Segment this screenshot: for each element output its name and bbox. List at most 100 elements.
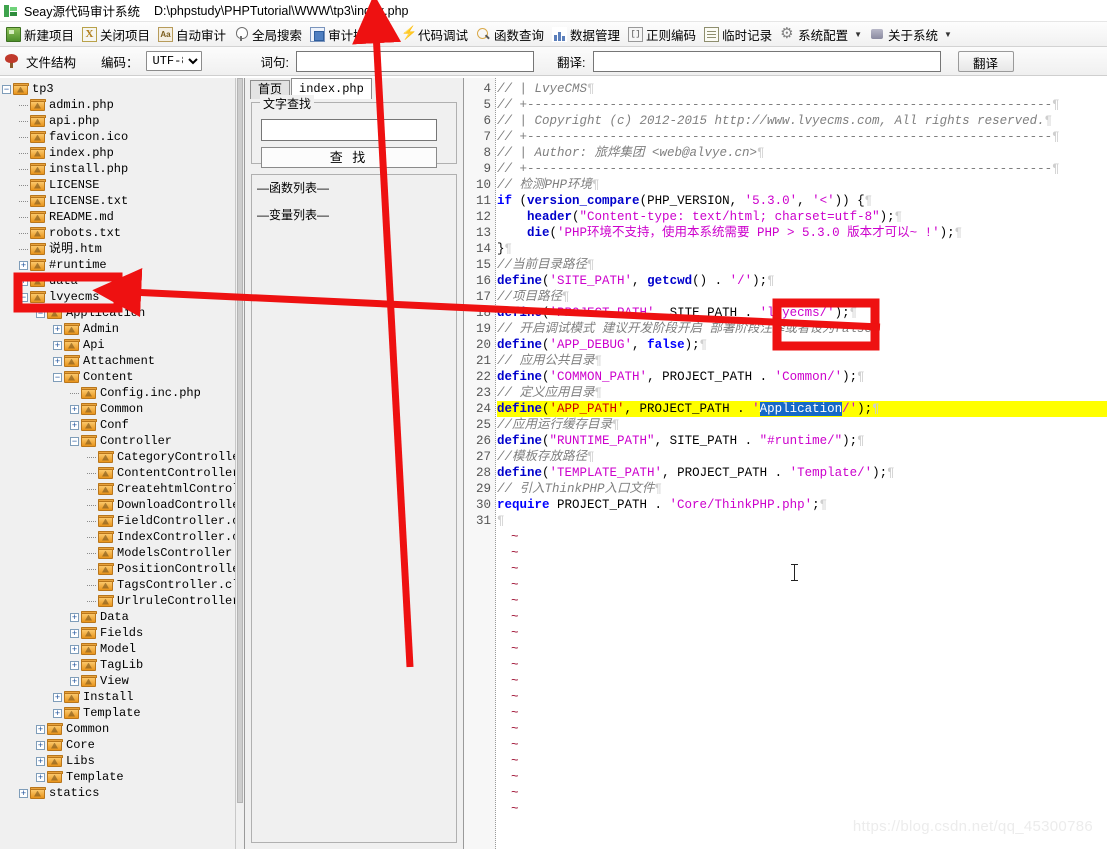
code-line[interactable]: //模板存放路径¶	[497, 449, 1107, 465]
expand-icon[interactable]: +	[53, 356, 62, 366]
expand-icon[interactable]: +	[36, 724, 45, 734]
tree-node[interactable]: + Attachment	[2, 353, 235, 369]
code-line[interactable]: // +------------------------------------…	[497, 97, 1107, 113]
expand-icon[interactable]: +	[70, 404, 79, 414]
file-structure-label[interactable]: 文件结构	[26, 52, 76, 71]
tree-node[interactable]: + data	[2, 273, 235, 289]
code-line[interactable]: die('PHP环境不支持，使用本系统需要 PHP > 5.3.0 版本才可以~…	[497, 225, 1107, 241]
tree-node[interactable]: ModelsController.class.php	[2, 545, 235, 561]
toolbar-item-about-system[interactable]: 关于系统 ▼	[867, 24, 957, 45]
expand-icon[interactable]: +	[53, 692, 62, 702]
code-line[interactable]: define('PROJECT_PATH', SITE_PATH . 'lvye…	[497, 305, 1107, 321]
code-line[interactable]: define('TEMPLATE_PATH', PROJECT_PATH . '…	[497, 465, 1107, 481]
tree-node[interactable]: FieldController.class.php	[2, 513, 235, 529]
expand-icon[interactable]: +	[70, 612, 79, 622]
code-line[interactable]: define("RUNTIME_PATH", SITE_PATH . "#run…	[497, 433, 1107, 449]
code-line[interactable]: // +------------------------------------…	[497, 129, 1107, 145]
text-find-button[interactable]: 查 找	[261, 147, 437, 168]
variable-list-header[interactable]: —变量列表—	[252, 196, 456, 223]
tree-node[interactable]: − Controller	[2, 433, 235, 449]
expand-icon[interactable]: +	[19, 260, 28, 270]
tree-node[interactable]: PositionController.class.php	[2, 561, 235, 577]
code-editor[interactable]: 4 5 6 7 8 9 10 11 12 13 14 15 16 17 18 19 20 21 22 23 24 25 26…	[464, 78, 1107, 849]
tree-node[interactable]: TagsController.class.php	[2, 577, 235, 593]
expand-icon[interactable]: +	[70, 644, 79, 654]
code-line[interactable]: // 定义应用目录¶	[497, 385, 1107, 401]
code-line[interactable]: //项目路径¶	[497, 289, 1107, 305]
collapse-icon[interactable]: −	[2, 84, 11, 94]
tree-node[interactable]: CreatehtmlController.class.php	[2, 481, 235, 497]
tree-node[interactable]: + TagLib	[2, 657, 235, 673]
code-line[interactable]: }¶	[497, 241, 1107, 257]
tree-node[interactable]: + Common	[2, 721, 235, 737]
code-line[interactable]: require PROJECT_PATH . 'Core/ThinkPHP.ph…	[497, 497, 1107, 513]
expand-icon[interactable]: +	[70, 660, 79, 670]
toolbar-item-audit-plugin[interactable]: 审计插件 ▼	[307, 24, 397, 45]
translate-button[interactable]: 翻译	[957, 50, 1014, 72]
tree-node[interactable]: admin.php	[2, 97, 235, 113]
toolbar-item-close-project[interactable]: X 关闭项目	[79, 24, 155, 45]
code-line[interactable]: // 引入ThinkPHP入口文件¶	[497, 481, 1107, 497]
tree-node[interactable]: − tp3	[2, 81, 235, 97]
toolbar-item-auto-audit[interactable]: Aa 自动审计	[155, 24, 231, 45]
tree-node[interactable]: robots.txt	[2, 225, 235, 241]
tree-node[interactable]: − Content	[2, 369, 235, 385]
tree-node[interactable]: + statics	[2, 785, 235, 801]
code-line[interactable]: // | LvyeCMS¶	[497, 81, 1107, 97]
tree-node[interactable]: + Install	[2, 689, 235, 705]
code-line[interactable]: // 检测PHP环境¶	[497, 177, 1107, 193]
tree-node[interactable]: + Api	[2, 337, 235, 353]
tree-node[interactable]: + Model	[2, 641, 235, 657]
tree-node[interactable]: DownloadController.class.php	[2, 497, 235, 513]
tree-node[interactable]: api.php	[2, 113, 235, 129]
code-line[interactable]: define('SITE_PATH', getcwd() . '/');¶	[497, 273, 1107, 289]
tree-node[interactable]: index.php	[2, 145, 235, 161]
expand-icon[interactable]: +	[36, 772, 45, 782]
expand-icon[interactable]: +	[70, 628, 79, 638]
tree-node[interactable]: LICENSE	[2, 177, 235, 193]
expand-icon[interactable]: +	[36, 740, 45, 750]
code-line[interactable]: // | Author: 旅烨集团 <web@alvye.cn>¶	[497, 145, 1107, 161]
toolbar-item-regex-encode[interactable]: [] 正则编码	[625, 24, 701, 45]
tree-node[interactable]: LICENSE.txt	[2, 193, 235, 209]
tree-node[interactable]: + Fields	[2, 625, 235, 641]
code-line[interactable]: ¶	[497, 513, 1107, 529]
expand-icon[interactable]: +	[19, 276, 28, 286]
expand-icon[interactable]: +	[53, 708, 62, 718]
expand-icon[interactable]: +	[53, 324, 62, 334]
toolbar-item-temp-record[interactable]: 临时记录	[701, 24, 777, 45]
tree-node[interactable]: + Libs	[2, 753, 235, 769]
code-line[interactable]: header("Content-type: text/html; charset…	[497, 209, 1107, 225]
tree-node[interactable]: + Core	[2, 737, 235, 753]
code-line[interactable]: // +------------------------------------…	[497, 161, 1107, 177]
code-line[interactable]: // 应用公共目录¶	[497, 353, 1107, 369]
file-tree-list[interactable]: − tp3 admin.php api.php favicon.ico index.php…	[0, 78, 235, 849]
code-line[interactable]: //应用运行缓存目录¶	[497, 417, 1107, 433]
tree-node[interactable]: IndexController.class.php	[2, 529, 235, 545]
code-line[interactable]: define('APP_DEBUG', false);¶	[497, 337, 1107, 353]
code-line[interactable]: // 开启调试模式 建议开发阶段开启 部署阶段注释或者设为false¶	[497, 321, 1107, 337]
tree-node[interactable]: CategoryController.class.php	[2, 449, 235, 465]
tree-node[interactable]: install.php	[2, 161, 235, 177]
chevron-down-icon[interactable]: ▼	[854, 30, 862, 39]
code-line[interactable]: if (version_compare(PHP_VERSION, '5.3.0'…	[497, 193, 1107, 209]
collapse-icon[interactable]: −	[36, 308, 45, 318]
expand-icon[interactable]: +	[70, 676, 79, 686]
toolbar-item-global-search[interactable]: 全局搜索	[231, 24, 307, 45]
tree-node[interactable]: + Data	[2, 609, 235, 625]
collapse-icon[interactable]: −	[19, 292, 28, 302]
tree-node[interactable]: UrlruleController.class.php	[2, 593, 235, 609]
chevron-down-icon[interactable]: ▼	[944, 30, 952, 39]
expand-icon[interactable]: +	[70, 420, 79, 430]
chevron-down-icon[interactable]: ▼	[384, 30, 392, 39]
tree-node[interactable]: + Admin	[2, 321, 235, 337]
file-tree-vertical-scrollbar[interactable]	[235, 78, 244, 849]
tree-node[interactable]: Config.inc.php	[2, 385, 235, 401]
expand-icon[interactable]: +	[53, 340, 62, 350]
tree-node[interactable]: + #runtime	[2, 257, 235, 273]
code-line[interactable]: define('APP_PATH', PROJECT_PATH . 'Appli…	[497, 401, 1107, 417]
code-line[interactable]: //当前目录路径¶	[497, 257, 1107, 273]
tree-node[interactable]: ContentController.class.php	[2, 465, 235, 481]
code-content[interactable]: // | LvyeCMS¶// +-----------------------…	[497, 78, 1107, 849]
translate-input[interactable]	[592, 50, 941, 72]
